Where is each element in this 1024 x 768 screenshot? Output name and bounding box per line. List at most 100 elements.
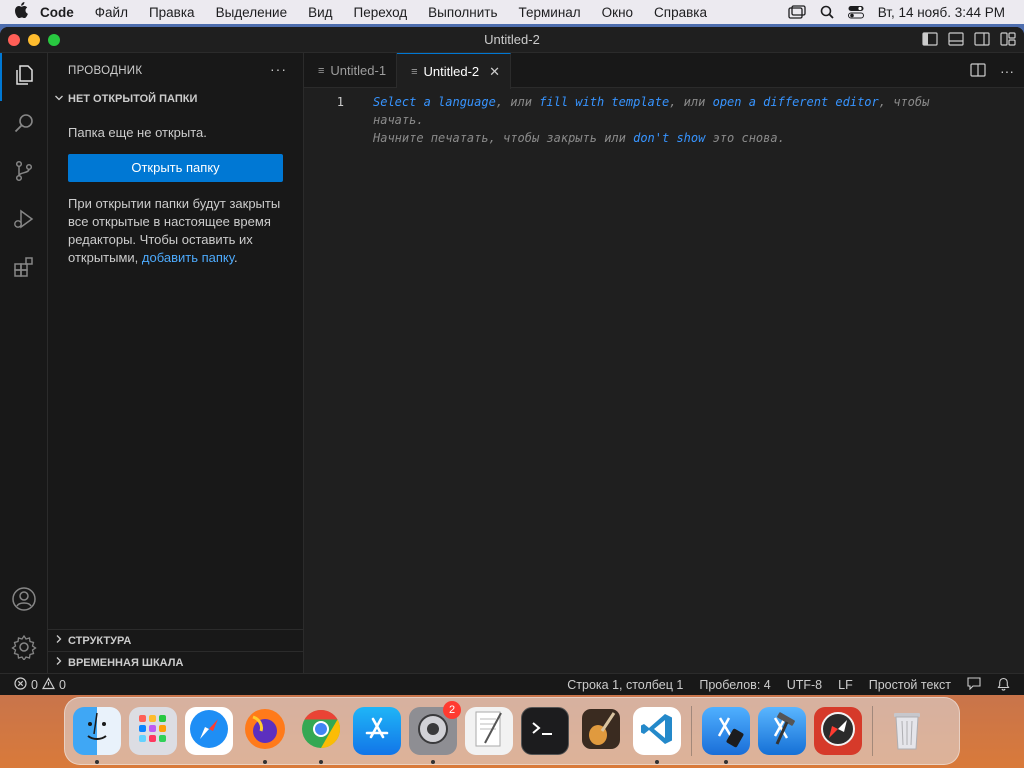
explorer-more-actions[interactable]: ···	[270, 61, 287, 77]
no-folder-section-header[interactable]: НЕТ ОТКРЫТОЙ ПАПКИ	[48, 88, 303, 110]
control-center-icon[interactable]	[847, 5, 864, 19]
more-actions-icon[interactable]: ···	[1000, 63, 1014, 80]
warning-count: 0	[58, 677, 66, 692]
split-editor-icon[interactable]	[970, 63, 986, 80]
apple-menu-icon[interactable]	[14, 2, 40, 22]
language-mode-status[interactable]: Простой текст	[869, 678, 951, 692]
dock-compass[interactable]	[814, 707, 862, 755]
cursor-position[interactable]: Строка 1, столбец 1	[567, 678, 683, 692]
customize-layout-icon[interactable]	[1000, 32, 1016, 46]
menu-run[interactable]: Выполнить	[428, 5, 497, 20]
search-activity[interactable]	[0, 101, 48, 149]
run-debug-activity[interactable]	[0, 197, 48, 245]
tab-untitled-1[interactable]: ≡ Untitled-1	[304, 53, 398, 88]
dock-firefox[interactable]	[241, 707, 289, 764]
menu-selection[interactable]: Выделение	[216, 5, 288, 20]
feedback-icon[interactable]	[967, 677, 981, 693]
menu-edit[interactable]: Правка	[149, 5, 195, 20]
dont-show-link[interactable]: don't show	[633, 131, 705, 145]
hint-text: , чтобы	[878, 95, 930, 109]
vscode-window: Untitled-2 ПРОВОДНИК ··· НЕТ ОТКРЫТОЙ ПА…	[0, 27, 1024, 695]
textedit-icon	[471, 709, 507, 754]
firefox-icon	[243, 707, 287, 756]
timeline-section-header[interactable]: ВРЕМЕННАЯ ШКАЛА	[48, 651, 303, 673]
menu-terminal[interactable]: Терминал	[519, 5, 581, 20]
hint-text: это снова.	[705, 131, 785, 145]
activity-bar	[0, 53, 48, 673]
hint-text: Начните печатать, чтобы закрыть или	[373, 131, 634, 145]
select-language-link[interactable]: Select a language	[373, 95, 496, 109]
zoom-window-button[interactable]	[48, 34, 60, 46]
editor-tabs: ≡ Untitled-1 ≡ Untitled-2 ✕ ···	[304, 53, 1024, 89]
open-folder-button[interactable]: Открыть папку	[68, 154, 283, 182]
editor-hint-line-1: Select a language, или fill with templat…	[373, 95, 929, 109]
dock-xcode-instruments[interactable]	[702, 707, 750, 764]
dock-trash[interactable]	[883, 707, 931, 755]
dock-safari[interactable]	[185, 707, 233, 755]
outline-section-title: СТРУКТУРА	[68, 634, 132, 647]
dock-separator	[691, 706, 692, 756]
menu-help[interactable]: Справка	[654, 5, 707, 20]
close-window-button[interactable]	[8, 34, 20, 46]
menubar-clock[interactable]: Вт, 14 нояб. 3:44 PM	[878, 5, 1005, 20]
tab-untitled-2[interactable]: ≡ Untitled-2 ✕	[397, 53, 512, 89]
dock-textedit[interactable]	[465, 707, 513, 755]
notifications-bell-icon[interactable]	[997, 677, 1010, 694]
safari-icon	[188, 708, 230, 755]
chrome-icon	[300, 708, 342, 755]
trash-icon	[890, 707, 924, 756]
search-icon	[12, 111, 36, 140]
dock-system-settings[interactable]: 2	[409, 701, 461, 764]
menu-window[interactable]: Окно	[602, 5, 633, 20]
hint-separator: , или	[669, 95, 713, 109]
dock-vscode[interactable]	[633, 707, 681, 764]
simulator-icon	[707, 710, 745, 753]
close-icon[interactable]: ✕	[489, 64, 500, 80]
files-icon	[12, 63, 36, 92]
line-number: 1	[336, 95, 344, 109]
toggle-panel-icon[interactable]	[948, 32, 964, 46]
compass-icon	[818, 709, 858, 754]
finder-icon	[77, 709, 117, 754]
notification-badge: 2	[443, 701, 461, 719]
menu-code[interactable]: Code	[40, 5, 74, 20]
outline-section-header[interactable]: СТРУКТУРА	[48, 629, 303, 651]
source-control-activity[interactable]	[0, 149, 48, 197]
hint-separator: , или	[495, 95, 540, 109]
dock-chrome[interactable]	[297, 707, 345, 764]
manage-activity[interactable]	[0, 625, 48, 673]
menu-view[interactable]: Вид	[308, 5, 332, 20]
editor-hint-wrap: Начните печатать, чтобы закрыть или don'…	[304, 129, 1024, 147]
minimize-window-button[interactable]	[28, 34, 40, 46]
screen-mirroring-icon[interactable]	[788, 5, 806, 19]
menu-file[interactable]: Файл	[95, 5, 128, 20]
add-folder-link[interactable]: добавить папку	[142, 250, 234, 265]
explorer-activity[interactable]	[0, 53, 48, 101]
tab-label: Untitled-2	[423, 64, 480, 79]
toggle-primary-sidebar-icon[interactable]	[922, 32, 938, 46]
window-controls	[8, 34, 60, 46]
spotlight-search-icon[interactable]	[820, 5, 834, 19]
eol-status[interactable]: LF	[838, 678, 853, 692]
dock-separator	[872, 706, 873, 756]
dock-finder[interactable]	[73, 707, 121, 764]
dock-garageband[interactable]	[577, 707, 625, 755]
explorer-title: ПРОВОДНИК	[68, 64, 143, 77]
indentation-status[interactable]: Пробелов: 4	[699, 678, 770, 692]
extensions-activity[interactable]	[0, 245, 48, 293]
encoding-status[interactable]: UTF-8	[787, 678, 822, 692]
dock-launchpad[interactable]	[129, 707, 177, 755]
dock-xcode[interactable]	[758, 707, 806, 755]
guitar-icon	[580, 707, 622, 756]
dock-terminal[interactable]	[521, 707, 569, 755]
code-editor[interactable]: 1 Select a language, или fill with templ…	[304, 88, 1024, 147]
hammer-icon	[763, 710, 801, 753]
dock-app-store[interactable]	[353, 707, 401, 755]
timeline-section-title: ВРЕМЕННАЯ ШКАЛА	[68, 656, 184, 669]
menu-go[interactable]: Переход	[354, 5, 408, 20]
toggle-secondary-sidebar-icon[interactable]	[974, 32, 990, 46]
problems-status[interactable]: 0 0	[0, 676, 66, 693]
accounts-activity[interactable]	[0, 577, 48, 625]
fill-template-link[interactable]: fill with template	[539, 95, 669, 109]
open-different-editor-link[interactable]: open a different editor	[713, 95, 879, 109]
